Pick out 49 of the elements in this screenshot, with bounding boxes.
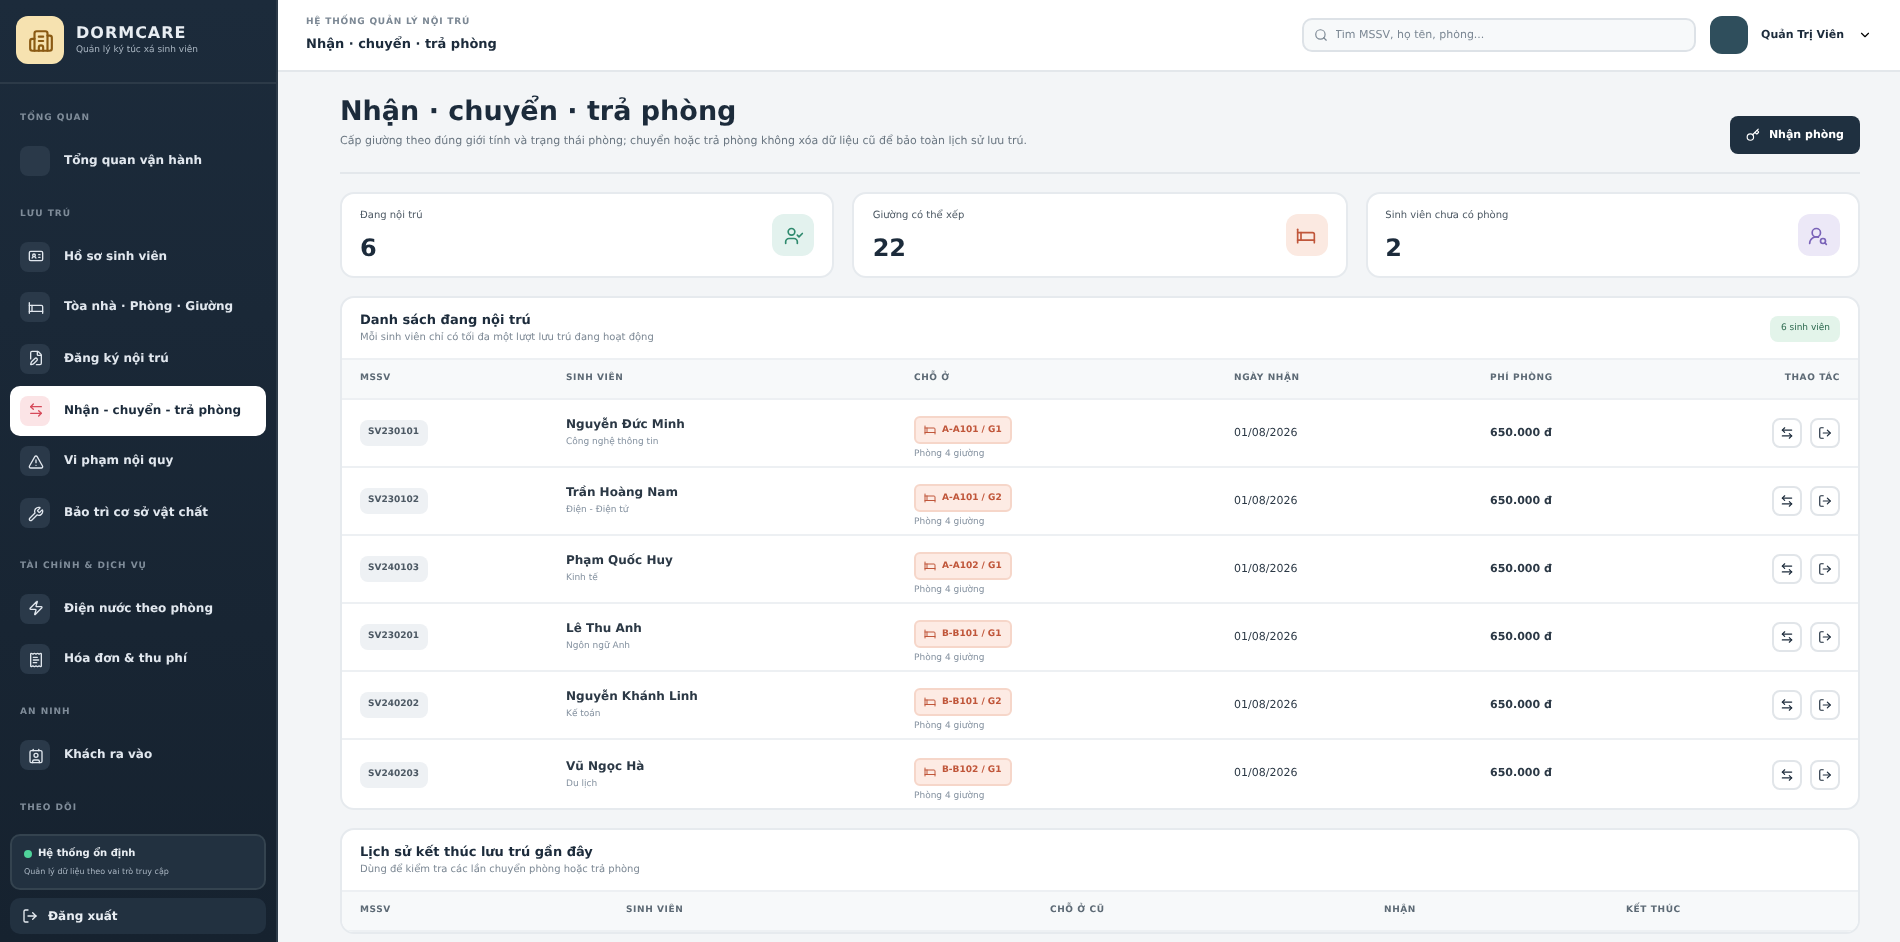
swap-arrows-icon bbox=[1780, 767, 1794, 781]
avatar[interactable] bbox=[1709, 16, 1748, 54]
bed-icon bbox=[20, 292, 50, 323]
swap-arrows-icon bbox=[1780, 426, 1794, 440]
exit-icon bbox=[1818, 630, 1832, 644]
brand-name: DORMCARE bbox=[76, 24, 189, 42]
checkout-button[interactable] bbox=[1810, 554, 1840, 584]
logout-icon bbox=[22, 908, 38, 924]
id-card-icon bbox=[20, 241, 50, 272]
lightning-icon bbox=[20, 593, 50, 624]
swap-arrows-icon bbox=[1780, 494, 1794, 508]
swap-arrows-icon bbox=[20, 395, 50, 426]
checkout-button[interactable] bbox=[1810, 759, 1840, 789]
checkout-button[interactable] bbox=[1810, 622, 1840, 652]
receipt-icon bbox=[20, 644, 50, 675]
stat-value: 2 bbox=[1385, 234, 1405, 262]
wrench-icon bbox=[20, 498, 50, 529]
key-icon bbox=[1746, 128, 1761, 142]
exit-icon bbox=[1818, 698, 1832, 712]
bed-icon bbox=[924, 628, 936, 640]
stat-value: 6 bbox=[360, 234, 379, 262]
swap-arrows-icon bbox=[1780, 630, 1794, 644]
checkout-button[interactable] bbox=[1810, 418, 1840, 448]
checkout-button[interactable] bbox=[1810, 486, 1840, 516]
transfer-button[interactable] bbox=[1772, 554, 1802, 584]
caret-icon[interactable] bbox=[1858, 28, 1872, 42]
checkout-button[interactable] bbox=[1810, 690, 1840, 720]
bed-icon bbox=[924, 424, 936, 436]
bed-icon bbox=[924, 492, 936, 504]
stat-value: 22 bbox=[872, 234, 909, 262]
transfer-button[interactable] bbox=[1772, 486, 1802, 516]
bed-icon bbox=[924, 696, 936, 708]
page-title: Nhận · chuyển · trả phòng bbox=[340, 96, 739, 128]
exit-icon bbox=[1818, 494, 1832, 508]
swap-arrows-icon bbox=[1780, 698, 1794, 712]
transfer-button[interactable] bbox=[1772, 759, 1802, 789]
warning-icon bbox=[20, 446, 50, 477]
swap-arrows-icon bbox=[1780, 562, 1794, 576]
document-pen-icon bbox=[20, 343, 50, 374]
exit-icon bbox=[1818, 562, 1832, 576]
exit-icon bbox=[1818, 767, 1832, 781]
bed-icon bbox=[924, 765, 936, 777]
transfer-button[interactable] bbox=[1772, 418, 1802, 448]
contact-card-icon bbox=[20, 740, 50, 771]
transfer-button[interactable] bbox=[1772, 622, 1802, 652]
bed-icon bbox=[924, 560, 936, 572]
transfer-button[interactable] bbox=[1772, 690, 1802, 720]
exit-icon bbox=[1818, 426, 1832, 440]
building-logo-icon bbox=[16, 16, 64, 64]
